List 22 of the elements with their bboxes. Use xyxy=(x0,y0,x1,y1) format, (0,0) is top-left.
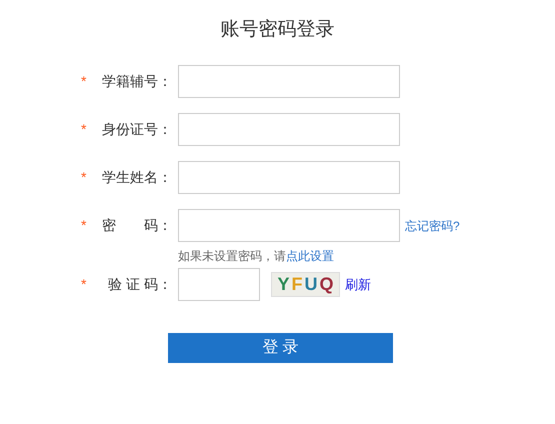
required-mark: * xyxy=(80,168,88,187)
required-mark: * xyxy=(80,72,88,91)
input-field[interactable] xyxy=(178,113,400,146)
field-label: 密 码： xyxy=(101,216,173,235)
field-label: 身份证号： xyxy=(101,120,173,139)
captcha-image: YFUQ xyxy=(271,272,340,297)
input-field[interactable] xyxy=(178,209,400,242)
required-mark: * xyxy=(80,216,88,235)
input-field[interactable] xyxy=(178,65,400,98)
forgot-password-link[interactable]: 忘记密码? xyxy=(405,216,460,234)
input-field[interactable] xyxy=(178,268,260,301)
field-label: 学籍辅号： xyxy=(101,72,173,91)
required-mark: * xyxy=(80,275,88,294)
required-mark: * xyxy=(80,120,88,139)
input-field[interactable] xyxy=(178,161,400,194)
hint-text: 如果未设置密码，请 xyxy=(178,249,286,263)
field-label: 学生姓名： xyxy=(101,168,173,187)
form-title: 账号密码登录 xyxy=(220,18,334,42)
set-password-link[interactable]: 点此设置 xyxy=(286,249,334,263)
login-button[interactable]: 登 录 xyxy=(168,333,393,363)
field-label: 验 证 码： xyxy=(107,275,173,294)
refresh-link[interactable]: 刷新 xyxy=(345,274,371,294)
